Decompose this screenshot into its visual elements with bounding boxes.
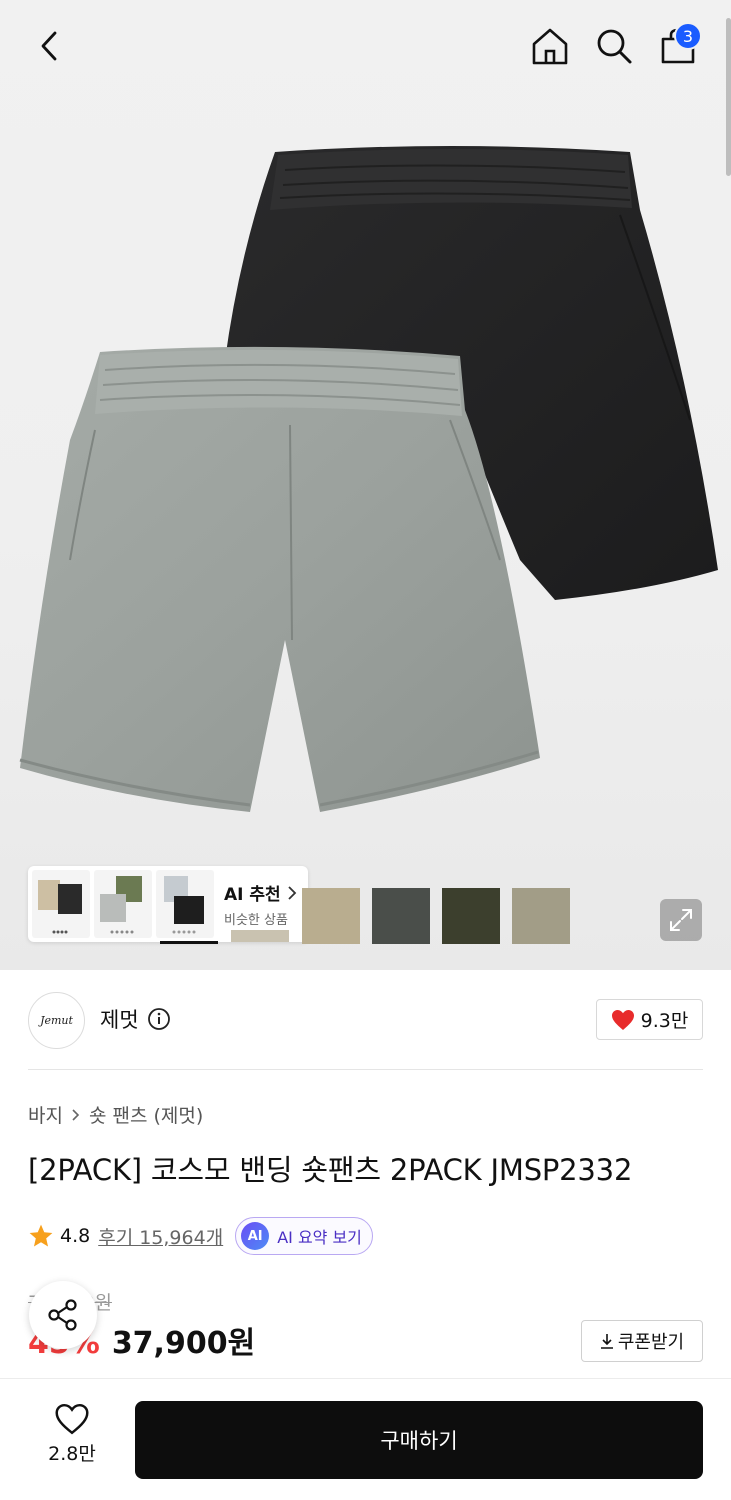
breadcrumb-category[interactable]: 바지 [28, 1101, 63, 1128]
product-title: [2PACK] 코스모 밴딩 숏팬츠 2PACK JMSP2332 [28, 1153, 633, 1187]
chevron-right-icon [72, 1108, 80, 1121]
color-swatch[interactable] [442, 888, 500, 944]
brand-name: 제멋 [100, 1008, 139, 1032]
breadcrumb-subcategory[interactable]: 숏 팬츠 (제멋) [89, 1101, 203, 1128]
brand-name-link[interactable]: 제멋 [100, 1004, 171, 1034]
color-swatch[interactable] [231, 930, 289, 942]
ai-recommend-thumbnail [94, 870, 152, 938]
expand-button[interactable] [660, 899, 702, 941]
buy-button[interactable]: 구매하기 [135, 1401, 703, 1479]
home-icon [532, 28, 568, 65]
cart-count-badge: 3 [674, 22, 702, 50]
divider [28, 1069, 703, 1070]
color-swatch[interactable] [372, 888, 430, 944]
home-button[interactable] [526, 22, 574, 70]
coupon-label: 쿠폰받기 [617, 1332, 685, 1353]
bottom-action-bar: 2.8만 구매하기 [0, 1378, 731, 1500]
ai-recommend-title: AI 추천 [224, 880, 297, 905]
top-navigation-bar: 3 [0, 0, 731, 92]
search-icon [597, 29, 632, 64]
star-icon [29, 1224, 53, 1247]
ai-badge-icon: AI [241, 1222, 270, 1250]
breadcrumb: 바지 숏 팬츠 (제멋) [28, 1101, 203, 1128]
expand-icon [670, 909, 692, 931]
coupon-download-button[interactable]: 쿠폰받기 [581, 1320, 703, 1362]
color-swatch[interactable] [512, 888, 570, 944]
brand-logo[interactable]: Jemut [28, 992, 85, 1049]
ai-recommend-subtitle: 비슷한 상품 [224, 913, 288, 928]
wishlist-count: 2.8만 [48, 1443, 96, 1465]
brand-row: Jemut 제멋 9.3만 [0, 970, 731, 1070]
color-swatch[interactable] [302, 888, 360, 944]
wishlist-button[interactable]: 2.8만 [30, 1403, 114, 1477]
ai-recommend-title-label: AI 추천 [224, 885, 281, 905]
search-button[interactable] [590, 22, 638, 70]
reviews-link[interactable]: 후기 15,964개 [98, 1223, 223, 1250]
product-image-gallery[interactable]: 3 AI 추천 비슷한 상품 [0, 0, 731, 970]
share-button[interactable] [29, 1281, 97, 1349]
download-icon [600, 1334, 613, 1349]
ai-recommend-thumbnail [156, 870, 214, 938]
rating-row: 4.8 후기 15,964개 AI AI 요약 보기 [28, 1217, 373, 1255]
share-icon [48, 1299, 77, 1331]
heart-filled-icon [611, 1009, 634, 1030]
chevron-right-icon [288, 885, 296, 900]
ai-summary-label: AI 요약 보기 [277, 1228, 362, 1247]
info-icon[interactable] [147, 1007, 171, 1031]
heart-outline-icon [55, 1403, 89, 1435]
ai-recommend-text: AI 추천 비슷한 상품 [224, 880, 297, 928]
brand-like-count: 9.3만 [640, 1010, 689, 1032]
chevron-left-icon [41, 31, 57, 61]
product-image [19, 146, 718, 812]
active-thumbnail-indicator [160, 941, 218, 944]
sale-price: 37,900원 [111, 1326, 256, 1361]
back-button[interactable] [26, 22, 74, 70]
ai-summary-button[interactable]: AI AI 요약 보기 [235, 1217, 373, 1255]
brand-like-button[interactable]: 9.3만 [596, 999, 703, 1040]
ai-recommend-thumbnail [32, 870, 90, 938]
rating-value: 4.8 [60, 1225, 91, 1247]
